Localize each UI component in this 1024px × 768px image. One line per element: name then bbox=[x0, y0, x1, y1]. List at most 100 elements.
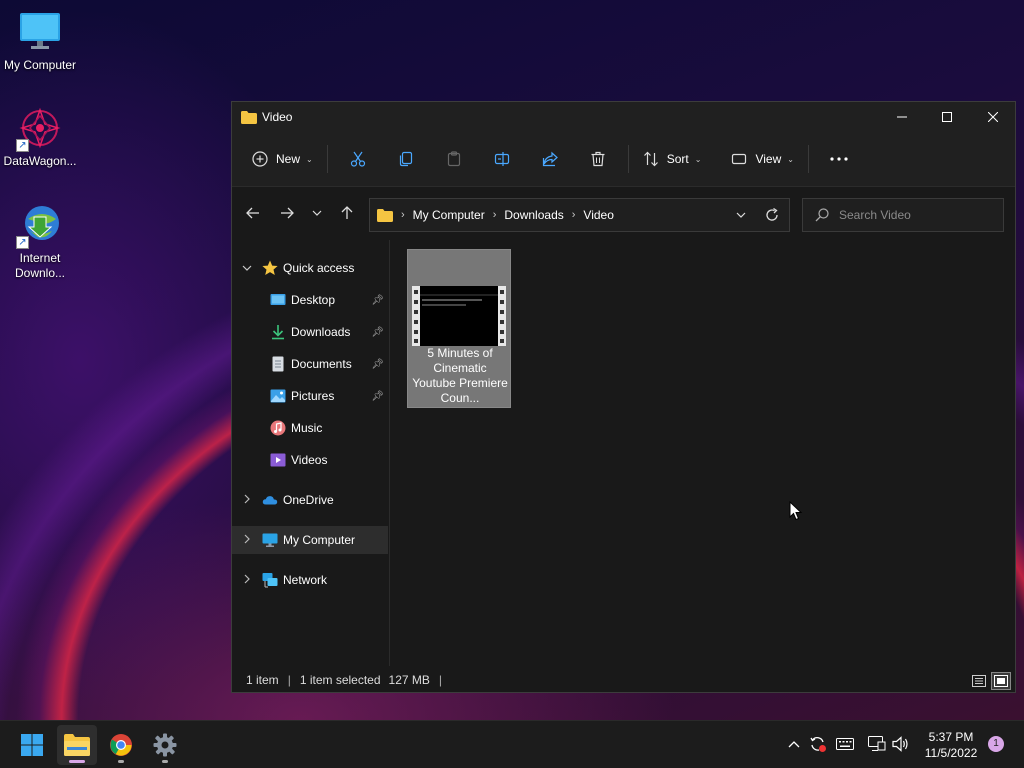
address-bar[interactable]: › My Computer › Downloads › Video bbox=[369, 198, 790, 232]
pin-icon: 📌︎ bbox=[371, 294, 384, 306]
forward-button[interactable] bbox=[270, 198, 304, 228]
view-button-label: View bbox=[755, 152, 782, 166]
breadcrumb-chevron-icon: › bbox=[401, 209, 405, 221]
active-app-indicator bbox=[69, 760, 85, 763]
status-divider: | bbox=[438, 673, 443, 687]
windows-logo-icon bbox=[21, 734, 43, 756]
nav-quick-access[interactable]: Quick access bbox=[232, 254, 388, 282]
scissors-icon bbox=[350, 151, 365, 167]
file-list-area[interactable]: 5 Minutes of Cinematic Youtube Premiere … bbox=[392, 240, 1015, 666]
start-button[interactable] bbox=[12, 725, 52, 765]
desktop-icon-internet-download[interactable]: ↗ Internet Downlo... bbox=[0, 203, 80, 281]
taskbar-settings[interactable] bbox=[145, 725, 185, 765]
sidebar-item-videos[interactable]: Videos bbox=[232, 446, 388, 474]
internet-download-manager-icon: ↗ bbox=[16, 203, 62, 249]
nav-label: My Computer bbox=[283, 533, 356, 547]
maximize-button[interactable] bbox=[924, 102, 970, 132]
nav-network[interactable]: Network bbox=[232, 566, 388, 594]
folder-icon bbox=[241, 110, 257, 124]
taskbar-chrome[interactable] bbox=[101, 725, 141, 765]
toolbar-divider bbox=[807, 145, 809, 173]
desktop-icon-datawagon[interactable]: ↗ DataWagon... bbox=[0, 106, 80, 169]
window-title: Video bbox=[262, 110, 293, 124]
nav-my-computer[interactable]: My Computer bbox=[232, 526, 388, 554]
up-button[interactable] bbox=[330, 198, 364, 228]
sidebar-item-documents[interactable]: Documents 📌︎ bbox=[232, 350, 388, 378]
title-bar[interactable]: Video bbox=[232, 102, 1015, 132]
sync-icon bbox=[810, 737, 826, 752]
breadcrumb-video[interactable]: Video bbox=[583, 208, 613, 222]
sidebar-item-music[interactable]: Music bbox=[232, 414, 388, 442]
sidebar-item-desktop[interactable]: Desktop 📌︎ bbox=[232, 286, 388, 314]
refresh-button[interactable] bbox=[760, 199, 784, 231]
recent-locations-button[interactable] bbox=[304, 198, 330, 228]
cut-button[interactable] bbox=[334, 143, 382, 175]
file-name: 5 Minutes of Cinematic Youtube Premiere … bbox=[412, 346, 508, 405]
address-history-button[interactable] bbox=[730, 199, 752, 231]
minimize-button[interactable] bbox=[879, 102, 925, 132]
arrow-up-icon bbox=[341, 206, 353, 219]
show-hidden-icons-button[interactable] bbox=[783, 733, 805, 755]
pin-icon: 📌︎ bbox=[371, 390, 384, 402]
breadcrumb-my-computer[interactable]: My Computer bbox=[413, 208, 485, 222]
film-sprocket-right bbox=[498, 286, 506, 346]
file-explorer-window: Video New ⌄ Sort ⌄ View ⌄ › My Computer … bbox=[231, 101, 1016, 693]
speaker-icon bbox=[892, 736, 908, 752]
paste-button[interactable] bbox=[430, 143, 478, 175]
nav-onedrive[interactable]: OneDrive bbox=[232, 486, 388, 514]
sort-button[interactable]: Sort ⌄ bbox=[635, 143, 710, 175]
taskbar-clock[interactable]: 5:37 PM 11/5/2022 bbox=[918, 729, 984, 761]
new-button-label: New bbox=[276, 152, 301, 166]
keyboard-icon[interactable] bbox=[834, 733, 856, 755]
sort-icon bbox=[643, 151, 658, 167]
taskbar-file-explorer[interactable] bbox=[57, 725, 97, 765]
new-button[interactable]: New ⌄ bbox=[244, 143, 321, 175]
chevron-right-icon bbox=[244, 494, 250, 506]
paste-icon bbox=[447, 151, 460, 167]
status-selected: 1 item selected bbox=[299, 673, 381, 687]
large-icons-view-button[interactable] bbox=[991, 672, 1011, 690]
volume-icon[interactable] bbox=[890, 733, 912, 755]
network-status-icon[interactable] bbox=[866, 733, 888, 755]
sidebar-item-downloads[interactable]: Downloads 📌︎ bbox=[232, 318, 388, 346]
datawagon-icon: ↗ bbox=[16, 106, 62, 152]
share-button[interactable] bbox=[526, 143, 574, 175]
clock-date: 11/5/2022 bbox=[924, 746, 978, 760]
arrow-left-icon bbox=[246, 207, 259, 219]
sync-status-icon[interactable] bbox=[807, 733, 829, 755]
rename-button[interactable] bbox=[478, 143, 526, 175]
taskbar: 5:37 PM 11/5/2022 1 bbox=[0, 720, 1024, 768]
view-button[interactable]: View ⌄ bbox=[723, 143, 802, 175]
details-view-button[interactable] bbox=[969, 672, 989, 690]
close-button[interactable] bbox=[970, 102, 1016, 132]
file-item[interactable]: 5 Minutes of Cinematic Youtube Premiere … bbox=[407, 249, 511, 408]
plus-circle-icon bbox=[252, 151, 268, 167]
chevron-right-icon bbox=[244, 574, 250, 586]
breadcrumb-chevron-icon: › bbox=[492, 209, 497, 221]
desktop-icon-label: My Computer bbox=[3, 58, 77, 72]
desktop-icon-my-computer[interactable]: My Computer bbox=[0, 10, 80, 73]
status-divider: | bbox=[287, 673, 291, 687]
navigation-pane: Quick access Desktop 📌︎ Downloads 📌︎ Doc… bbox=[232, 240, 390, 666]
music-icon bbox=[270, 420, 286, 436]
shortcut-arrow-icon: ↗ bbox=[16, 139, 29, 152]
back-button[interactable] bbox=[236, 198, 270, 228]
chevron-down-icon: ⌄ bbox=[787, 154, 794, 164]
notification-badge[interactable]: 1 bbox=[988, 736, 1004, 752]
status-bar: 1 item | 1 item selected 127 MB | bbox=[232, 668, 1015, 692]
more-horizontal-icon bbox=[830, 157, 848, 161]
chevron-down-icon bbox=[242, 263, 252, 273]
copy-button[interactable] bbox=[382, 143, 430, 175]
delete-button[interactable] bbox=[574, 143, 622, 175]
breadcrumb-downloads[interactable]: Downloads bbox=[504, 208, 563, 222]
video-thumbnail bbox=[412, 286, 506, 346]
sidebar-item-pictures[interactable]: Pictures 📌︎ bbox=[232, 382, 388, 410]
running-app-indicator bbox=[162, 760, 168, 763]
chevron-right-icon bbox=[244, 534, 250, 546]
download-icon bbox=[272, 325, 284, 340]
search-input[interactable] bbox=[839, 208, 989, 222]
network-icon bbox=[262, 573, 278, 588]
search-box[interactable] bbox=[802, 198, 1004, 232]
more-options-button[interactable] bbox=[815, 143, 863, 175]
film-strip-icon bbox=[420, 294, 498, 306]
